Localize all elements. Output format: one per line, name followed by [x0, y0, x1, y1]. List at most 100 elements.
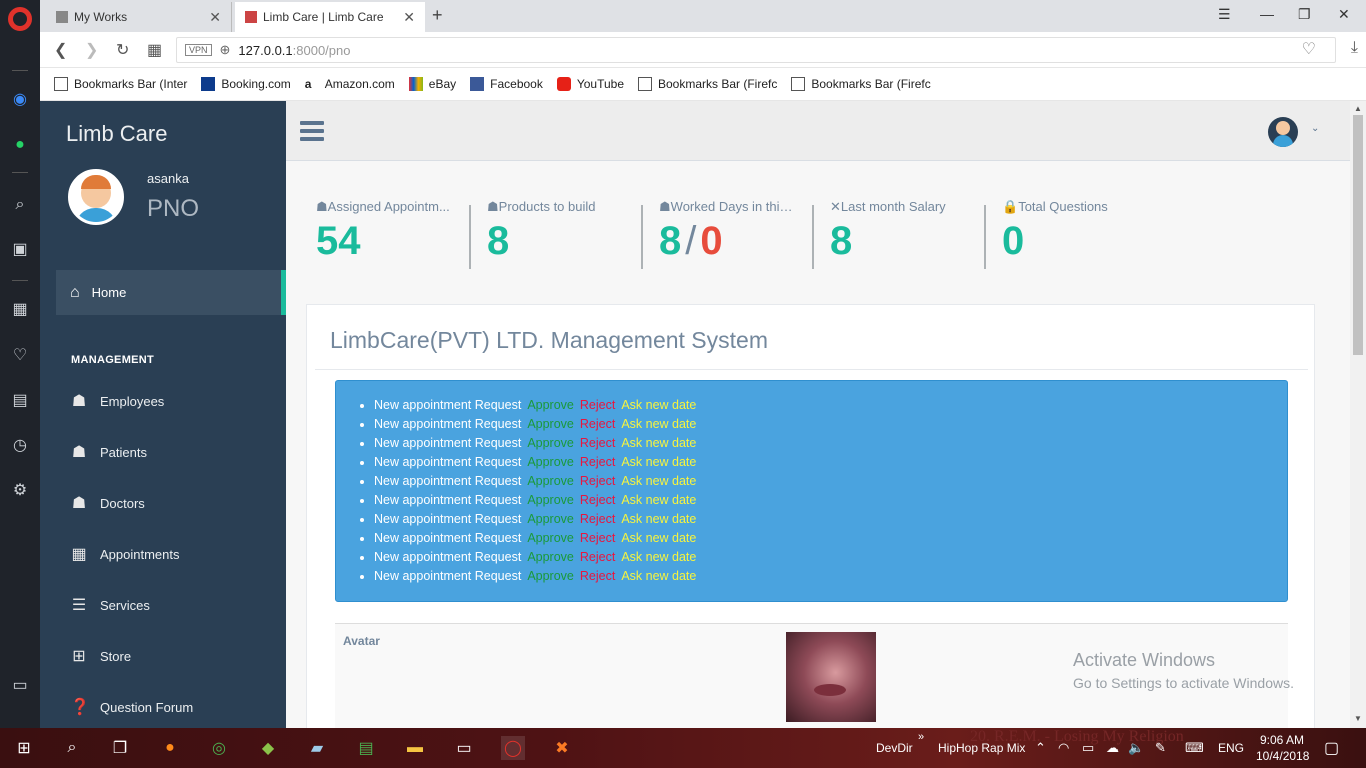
reject-link[interactable]: Reject [580, 417, 615, 431]
onedrive-icon[interactable]: ☁ [1106, 740, 1119, 756]
ask-new-date-link[interactable]: Ask new date [621, 417, 696, 431]
back-button[interactable]: ❮ [54, 40, 67, 60]
sidebar-item-doctors[interactable]: ☗ Doctors [70, 491, 145, 515]
bookmark-item[interactable]: Booking.com [201, 77, 291, 91]
tray-chevron-icon[interactable]: ⌃ [1035, 740, 1046, 756]
bookmark-item[interactable]: Facebook [470, 77, 543, 91]
history-icon[interactable]: ◷ [10, 436, 30, 456]
approve-link[interactable]: Approve [527, 493, 574, 507]
bookmark-item[interactable]: Bookmarks Bar (Inter [54, 77, 187, 91]
brand-title[interactable]: Limb Care [66, 121, 167, 147]
sidebar-item-home[interactable]: ⌂ Home [56, 270, 286, 315]
approve-link[interactable]: Approve [527, 474, 574, 488]
music-toolbar[interactable]: HipHop Rap Mix [938, 741, 1025, 755]
cmd-icon[interactable]: ▭ [452, 736, 476, 760]
wifi-icon[interactable]: ◠ [1058, 740, 1069, 756]
sidebar-item-store[interactable]: ⊞ Store [70, 644, 131, 668]
search-icon[interactable]: ⌕ [10, 195, 30, 215]
xampp-icon[interactable]: ✖ [550, 736, 574, 760]
forward-button[interactable]: ❯ [85, 40, 98, 60]
opera-logo-icon[interactable] [8, 7, 32, 31]
minimize-button[interactable]: — [1260, 6, 1274, 22]
ask-new-date-link[interactable]: Ask new date [621, 550, 696, 564]
close-window-button[interactable]: ✕ [1338, 6, 1350, 23]
maximize-button[interactable]: ❐ [1298, 6, 1311, 23]
bookmark-item[interactable]: YouTube [556, 77, 624, 91]
scrollbar-thumb[interactable] [1353, 115, 1363, 355]
reject-link[interactable]: Reject [580, 493, 615, 507]
ask-new-date-link[interactable]: Ask new date [621, 569, 696, 583]
menu-toggle-icon[interactable] [300, 121, 324, 141]
settings-icon[interactable]: ⚙ [10, 481, 30, 501]
windows-start-icon[interactable]: ⊞ [12, 736, 36, 760]
reject-link[interactable]: Reject [580, 398, 615, 412]
opera-icon[interactable]: ◯ [501, 736, 525, 760]
notepad-icon[interactable]: ▰ [305, 736, 329, 760]
battery-icon[interactable]: ▭ [1082, 740, 1094, 756]
heart-icon[interactable]: ♡ [1302, 39, 1316, 59]
camera-icon[interactable]: ▣ [10, 240, 30, 260]
approve-link[interactable]: Approve [527, 417, 574, 431]
sidebar-item-appointments[interactable]: ▦ Appointments [70, 542, 179, 566]
keyboard-icon[interactable]: ⌨ [1185, 740, 1204, 756]
devdir-toolbar[interactable]: DevDir [876, 741, 913, 755]
firefox-icon[interactable]: ● [158, 736, 182, 760]
vpn-badge[interactable]: VPN [185, 44, 212, 56]
reload-button[interactable]: ↻ [116, 40, 129, 60]
tab-my-works[interactable]: My Works ✕ [46, 2, 232, 32]
reject-link[interactable]: Reject [580, 455, 615, 469]
reject-link[interactable]: Reject [580, 569, 615, 583]
ask-new-date-link[interactable]: Ask new date [621, 455, 696, 469]
news-icon[interactable]: ▤ [10, 391, 30, 411]
volume-icon[interactable]: 🔈 [1128, 740, 1144, 756]
approve-link[interactable]: Approve [527, 531, 574, 545]
close-icon[interactable]: ✕ [209, 9, 221, 26]
scroll-up-icon[interactable]: ▲ [1354, 104, 1362, 113]
approve-link[interactable]: Approve [527, 436, 574, 450]
language-indicator[interactable]: ENG [1218, 741, 1244, 755]
approve-link[interactable]: Approve [527, 512, 574, 526]
reject-link[interactable]: Reject [580, 436, 615, 450]
chrome-icon[interactable]: ◎ [207, 736, 231, 760]
tab-limb-care[interactable]: Limb Care | Limb Care ✕ [235, 2, 425, 32]
clock[interactable]: 9:06 AM 10/4/2018 [1256, 732, 1309, 764]
ask-new-date-link[interactable]: Ask new date [621, 474, 696, 488]
scroll-down-icon[interactable]: ▼ [1354, 714, 1362, 723]
new-tab-button[interactable]: + [432, 5, 443, 26]
pen-icon[interactable]: ✎ [1155, 740, 1166, 756]
avatar[interactable] [1268, 117, 1298, 147]
bookmark-item[interactable]: Bookmarks Bar (Firefc [791, 77, 931, 91]
approve-link[interactable]: Approve [527, 550, 574, 564]
chevron-icon[interactable]: » [918, 731, 924, 743]
notepadpp-icon[interactable]: ▤ [354, 736, 378, 760]
close-icon[interactable]: ✕ [403, 9, 415, 26]
sidebar-item-question-forum[interactable]: ❓ Question Forum [70, 695, 193, 719]
reject-link[interactable]: Reject [580, 512, 615, 526]
ask-new-date-link[interactable]: Ask new date [621, 512, 696, 526]
bookmark-item[interactable]: Bookmarks Bar (Firefc [638, 77, 777, 91]
bookmark-item[interactable]: a Amazon.com [305, 77, 395, 91]
android-studio-icon[interactable]: ◆ [256, 736, 280, 760]
notification-icon[interactable]: ▢ [1324, 738, 1339, 758]
download-icon[interactable]: ⤓ [1351, 39, 1358, 57]
ask-new-date-link[interactable]: Ask new date [621, 398, 696, 412]
scrollbar[interactable]: ▲ ▼ [1350, 101, 1366, 728]
reject-link[interactable]: Reject [580, 531, 615, 545]
chevron-down-icon[interactable]: ⌄ [1311, 123, 1319, 134]
ask-new-date-link[interactable]: Ask new date [621, 531, 696, 545]
approve-link[interactable]: Approve [527, 455, 574, 469]
task-view-icon[interactable]: ❐ [108, 736, 132, 760]
approve-link[interactable]: Approve [527, 398, 574, 412]
approve-link[interactable]: Approve [527, 569, 574, 583]
sidebar-item-employees[interactable]: ☗ Employees [70, 389, 164, 413]
sidebar-item-services[interactable]: ☰ Services [70, 593, 150, 617]
bookmark-item[interactable]: eBay [408, 77, 456, 91]
ask-new-date-link[interactable]: Ask new date [621, 493, 696, 507]
reject-link[interactable]: Reject [580, 474, 615, 488]
sidebar-toggle-icon[interactable]: ▭ [10, 676, 30, 696]
ask-new-date-link[interactable]: Ask new date [621, 436, 696, 450]
search-icon[interactable]: ⌕ [60, 736, 84, 760]
reject-link[interactable]: Reject [580, 550, 615, 564]
file-explorer-icon[interactable]: ▬ [403, 736, 427, 760]
heart-icon[interactable]: ♡ [10, 346, 30, 366]
